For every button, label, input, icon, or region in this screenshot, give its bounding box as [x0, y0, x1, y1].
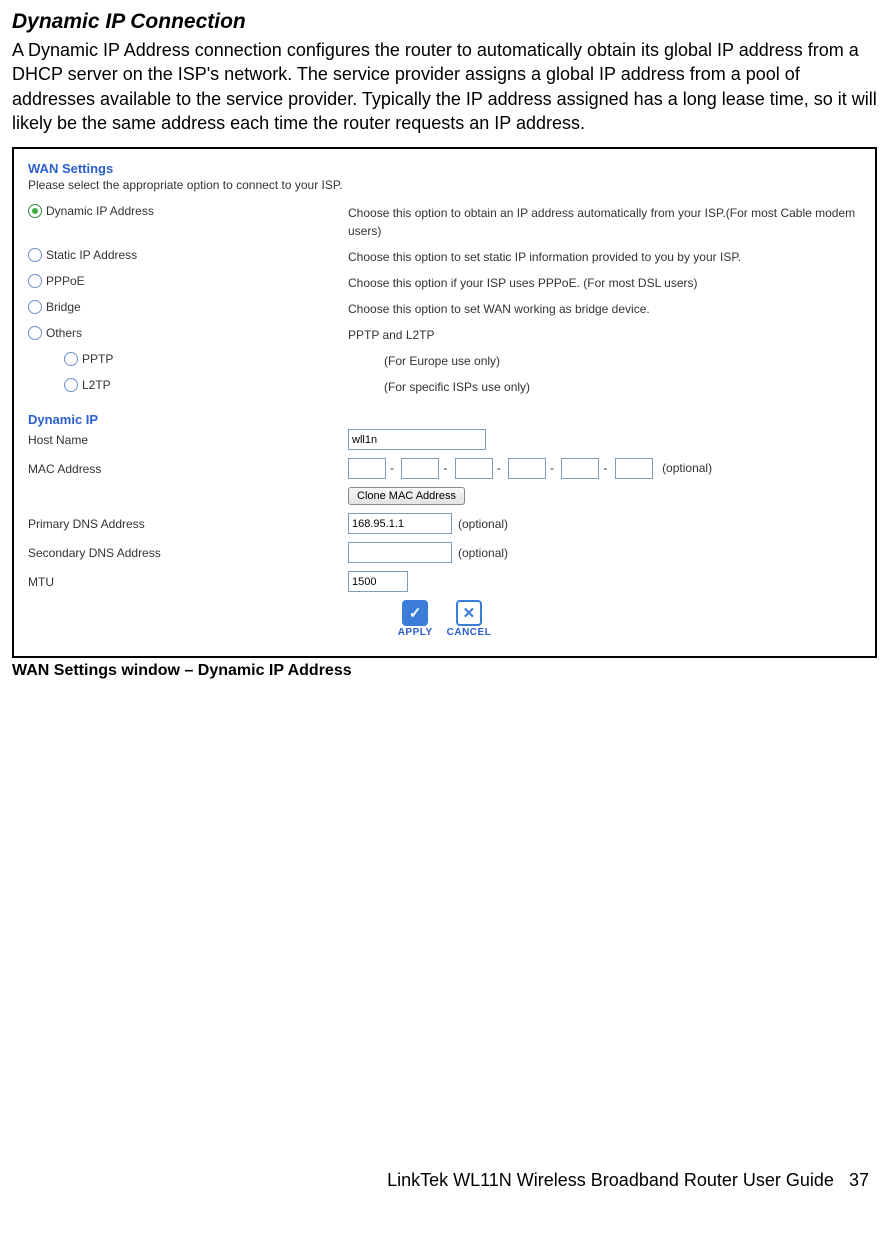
radio-static-ip-desc: Choose this option to set static IP info… — [348, 248, 861, 266]
mac-input-1[interactable] — [348, 458, 386, 479]
radio-dynamic-ip[interactable] — [28, 204, 42, 218]
radio-pppoe-desc: Choose this option if your ISP uses PPPo… — [348, 274, 861, 292]
radio-bridge-desc: Choose this option to set WAN working as… — [348, 300, 861, 318]
radio-static-ip[interactable] — [28, 248, 42, 262]
radio-dynamic-ip-desc: Choose this option to obtain an IP addre… — [348, 204, 861, 240]
check-icon — [402, 600, 428, 626]
wan-settings-subtext: Please select the appropriate option to … — [28, 178, 861, 192]
cancel-label: CANCEL — [447, 627, 492, 638]
intro-paragraph: A Dynamic IP Address connection configur… — [12, 38, 877, 135]
host-name-input[interactable] — [348, 429, 486, 450]
radio-pptp-label: PPTP — [82, 352, 113, 366]
mtu-label: MTU — [28, 575, 348, 589]
mac-optional-note: (optional) — [662, 461, 712, 475]
radio-pppoe-label: PPPoE — [46, 274, 85, 288]
radio-others-desc: PPTP and L2TP — [348, 326, 861, 344]
page-number: 37 — [849, 1170, 869, 1191]
apply-label: APPLY — [398, 627, 433, 638]
mac-input-2[interactable] — [401, 458, 439, 479]
radio-pptp[interactable] — [64, 352, 78, 366]
footer-text: LinkTek WL11N Wireless Broadband Router … — [387, 1170, 834, 1190]
mac-input-6[interactable] — [615, 458, 653, 479]
radio-pppoe[interactable] — [28, 274, 42, 288]
mac-input-4[interactable] — [508, 458, 546, 479]
primary-dns-input[interactable] — [348, 513, 452, 534]
page-footer: LinkTek WL11N Wireless Broadband Router … — [12, 1170, 877, 1191]
wan-settings-heading: WAN Settings — [28, 161, 861, 176]
radio-pptp-desc: (For Europe use only) — [384, 352, 861, 370]
radio-l2tp-desc: (For specific ISPs use only) — [384, 378, 861, 396]
radio-l2tp[interactable] — [64, 378, 78, 392]
figure-caption: WAN Settings window – Dynamic IP Address — [12, 662, 877, 680]
radio-others-label: Others — [46, 326, 82, 340]
mtu-input[interactable] — [348, 571, 408, 592]
wan-settings-panel: WAN Settings Please select the appropria… — [12, 147, 877, 658]
secondary-dns-optional: (optional) — [458, 546, 508, 560]
radio-dynamic-ip-label: Dynamic IP Address — [46, 204, 154, 218]
radio-l2tp-label: L2TP — [82, 378, 111, 392]
dynamic-ip-heading: Dynamic IP — [28, 412, 861, 427]
section-title: Dynamic IP Connection — [12, 10, 877, 34]
secondary-dns-label: Secondary DNS Address — [28, 546, 348, 560]
secondary-dns-input[interactable] — [348, 542, 452, 563]
mac-address-group: - - - - - (optional) — [348, 458, 712, 479]
primary-dns-optional: (optional) — [458, 517, 508, 531]
radio-bridge-label: Bridge — [46, 300, 81, 314]
clone-mac-button[interactable]: Clone MAC Address — [348, 487, 465, 505]
mac-input-3[interactable] — [455, 458, 493, 479]
radio-static-ip-label: Static IP Address — [46, 248, 137, 262]
radio-bridge[interactable] — [28, 300, 42, 314]
mac-input-5[interactable] — [561, 458, 599, 479]
primary-dns-label: Primary DNS Address — [28, 517, 348, 531]
close-icon — [456, 600, 482, 626]
apply-button[interactable]: APPLY — [398, 600, 433, 638]
cancel-button[interactable]: CANCEL — [447, 600, 492, 638]
mac-address-label: MAC Address — [28, 462, 348, 476]
host-name-label: Host Name — [28, 433, 348, 447]
radio-others[interactable] — [28, 326, 42, 340]
